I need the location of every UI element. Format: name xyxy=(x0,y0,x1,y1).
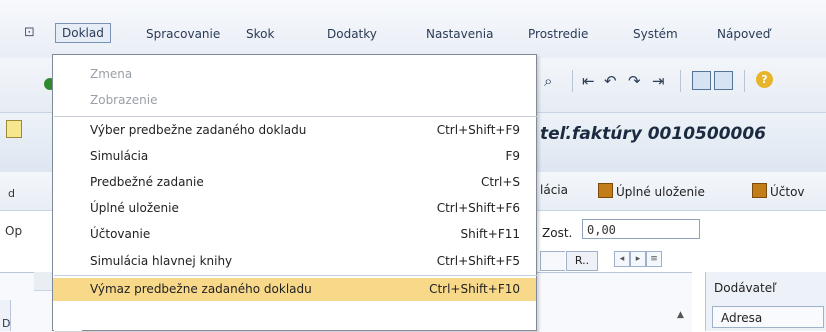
toolbar-divider xyxy=(680,70,681,92)
tab-left-partial[interactable] xyxy=(540,251,565,271)
menu-nastavenia[interactable]: Nastavenia xyxy=(426,27,493,41)
menu-item-label: Zmena xyxy=(90,67,133,81)
find-icon[interactable]: ⌕ xyxy=(544,72,552,90)
last-page-icon[interactable]: ⇥ xyxy=(652,72,665,90)
menu-item-uctovanie[interactable]: Účtovanie Shift+F11 xyxy=(53,223,536,246)
help-icon[interactable]: ? xyxy=(756,71,773,88)
op-label: Op xyxy=(5,224,23,238)
menu-item-label: Zobrazenie xyxy=(90,93,158,107)
vendor-title: Dodávateľ xyxy=(714,281,777,295)
menu-skok[interactable]: Skok xyxy=(246,27,274,41)
shortcut-icon[interactable] xyxy=(714,71,733,90)
menu-item-uplne-ulozenie[interactable]: Úplné uloženie Ctrl+Shift+F6 xyxy=(53,197,536,220)
zost-label: Zost. xyxy=(542,226,573,240)
menu-item-vyber-predbezne-zadaneho-dokladu[interactable]: Výber predbežne zadaného dokladu Ctrl+Sh… xyxy=(53,119,536,142)
toolbar-divider xyxy=(572,70,573,92)
page-title: teľ.faktúry 0010500006 xyxy=(540,124,767,144)
address-button[interactable]: Adresa xyxy=(712,306,824,328)
menu-item-label: Výber predbežne zadaného dokladu xyxy=(90,123,307,137)
simulation-button[interactable]: lácia xyxy=(540,183,568,197)
full-save-label: Úplné uloženie xyxy=(616,185,705,199)
menu-item-shortcut: Ctrl+Shift+F9 xyxy=(436,123,520,137)
menu-item-label: Simulácia hlavnej knihy xyxy=(90,254,233,268)
menu-item-shortcut: Ctrl+Shift+F10 xyxy=(429,282,520,296)
scroll-up-icon[interactable]: ▲ xyxy=(677,310,684,320)
menu-spracovanie[interactable]: Spracovanie xyxy=(146,27,220,41)
menu-item-shortcut: Shift+F11 xyxy=(460,227,520,241)
menu-divider xyxy=(54,116,537,117)
app-toolbar-left-text: d xyxy=(8,187,15,200)
scroll-right-icon[interactable]: ▸ xyxy=(630,251,646,267)
menu-item-predbezne-zadanie[interactable]: Predbežné zadanie Ctrl+S xyxy=(53,171,536,194)
tab-list-icon[interactable]: ≡ xyxy=(646,251,662,267)
menu-item-shortcut: Ctrl+S xyxy=(480,175,520,189)
menu-item-vymaz-predbezne-zadaneho-dokladu[interactable]: Výmaz predbežne zadaného dokladu Ctrl+Sh… xyxy=(53,278,536,301)
doklad-dropdown-menu: Zmena Zobrazenie Výber predbežne zadanéh… xyxy=(52,54,537,331)
full-save-button[interactable]: Úplné uloženie xyxy=(598,183,705,199)
menu-system[interactable]: Systém xyxy=(633,27,678,41)
menu-item-label: Simulácia xyxy=(90,149,149,163)
menu-item-simulacia[interactable]: Simulácia F9 xyxy=(53,145,536,168)
menu-item-label: Predbežné zadanie xyxy=(90,175,204,189)
menu-item-shortcut: Ctrl+Shift+F6 xyxy=(436,201,520,215)
posting-label: Účtov xyxy=(770,185,805,199)
menu-item-shortcut: Ctrl+Shift+F5 xyxy=(436,254,520,268)
scroll-left-icon[interactable]: ◂ xyxy=(614,251,630,267)
menu-item-label: Výmaz predbežne zadaného dokladu xyxy=(90,282,312,296)
menu-item-simulacia-hlavnej-knihy[interactable]: Simulácia hlavnej knihy Ctrl+Shift+F5 xyxy=(53,250,536,273)
zost-field[interactable]: 0,00 xyxy=(582,219,700,239)
menu-item-label: Účtovanie xyxy=(90,227,151,241)
menu-item-zobrazenie: Zobrazenie xyxy=(53,89,536,112)
first-page-icon[interactable]: ⇤ xyxy=(582,72,595,90)
posting-button[interactable]: Účtov xyxy=(752,183,805,199)
left-row-stub-text: D xyxy=(2,317,11,330)
menu-divider xyxy=(54,275,537,276)
menu-doklad[interactable]: Doklad xyxy=(55,23,111,43)
menu-dodatky[interactable]: Dodatky xyxy=(327,27,377,41)
new-session-icon[interactable] xyxy=(692,71,711,90)
menu-prostredie[interactable]: Prostredie xyxy=(528,27,588,41)
menu-item-zmena: Zmena xyxy=(53,63,536,86)
save-icon xyxy=(598,183,613,198)
toolbar-divider xyxy=(744,70,745,92)
previous-page-icon[interactable]: ↶ xyxy=(604,72,617,90)
save-icon xyxy=(752,183,767,198)
tab-r[interactable]: R.. xyxy=(566,251,598,271)
next-page-icon[interactable]: ↷ xyxy=(628,72,641,90)
menu-item-label: Úplné uloženie xyxy=(90,201,179,215)
menu-item-shortcut: F9 xyxy=(505,149,520,163)
menu-bar xyxy=(0,0,826,59)
document-icon xyxy=(6,120,22,138)
menu-napoved[interactable]: Nápoveď xyxy=(717,27,770,41)
system-menu-icon[interactable]: ⊡ xyxy=(24,26,40,40)
